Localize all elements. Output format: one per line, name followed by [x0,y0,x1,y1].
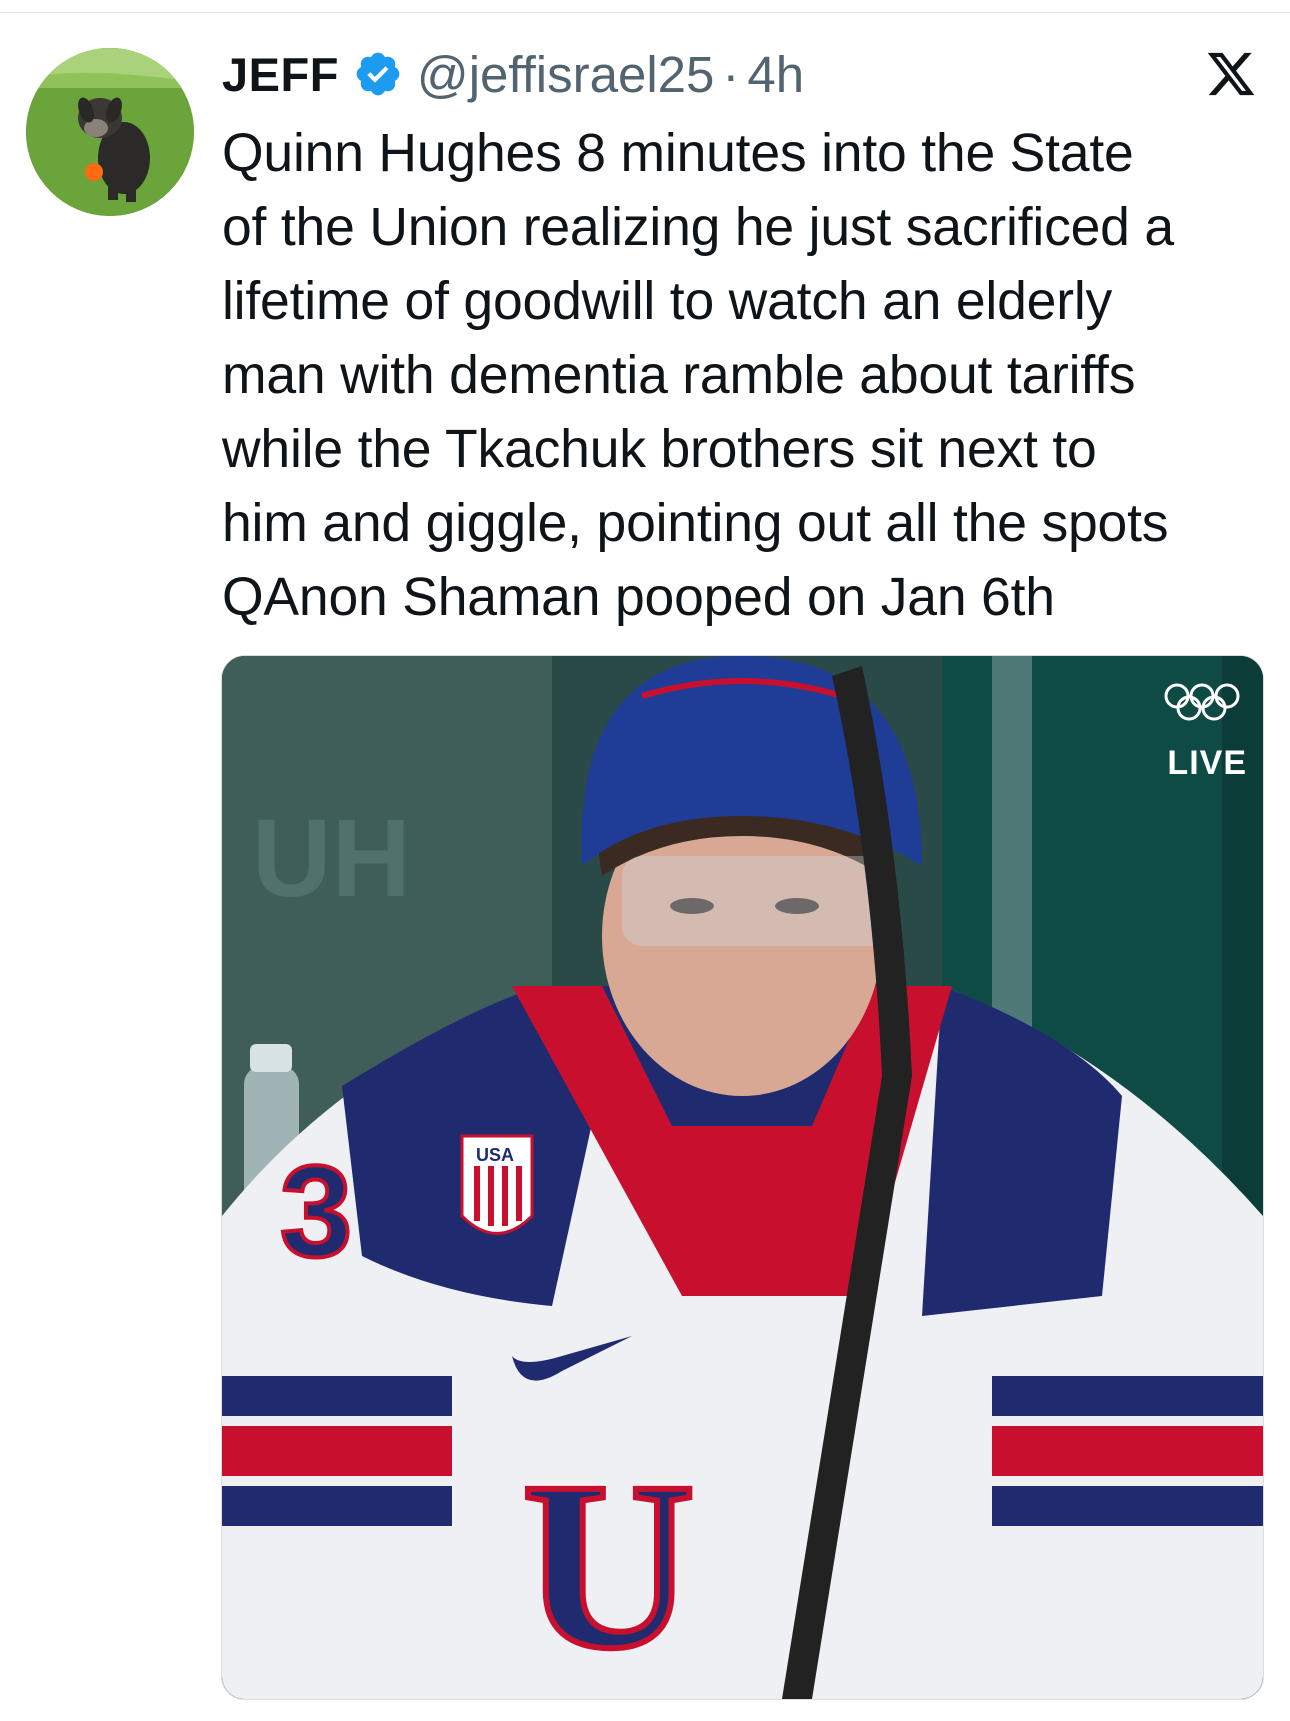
top-divider [0,12,1290,13]
dog-photo-image [26,48,194,216]
sleeve-number: 3 [280,1138,352,1284]
user-avatar[interactable] [26,48,194,216]
tweet-text: Quinn Hughes 8 minutes into the State of… [222,124,1174,627]
verified-badge-icon [353,49,403,99]
user-handle[interactable]: @jeffisrael25 [417,45,714,104]
separator-dot: · [722,45,740,103]
timestamp[interactable]: 4h [747,45,804,104]
jersey-letter: U [522,1432,695,1698]
hockey-player-photo: UH 3 USA U [222,656,1263,1699]
display-name[interactable]: JEFF [222,47,339,102]
wall-text: UH [252,797,411,920]
jersey-badge: USA [476,1145,514,1165]
tweet-media-image[interactable]: UH 3 USA U LIVE [221,655,1264,1700]
tweet-header: JEFF @jeffisrael25 · 4h [222,44,804,104]
live-badge: LIVE [1167,744,1247,782]
x-logo-icon[interactable] [1205,48,1257,100]
